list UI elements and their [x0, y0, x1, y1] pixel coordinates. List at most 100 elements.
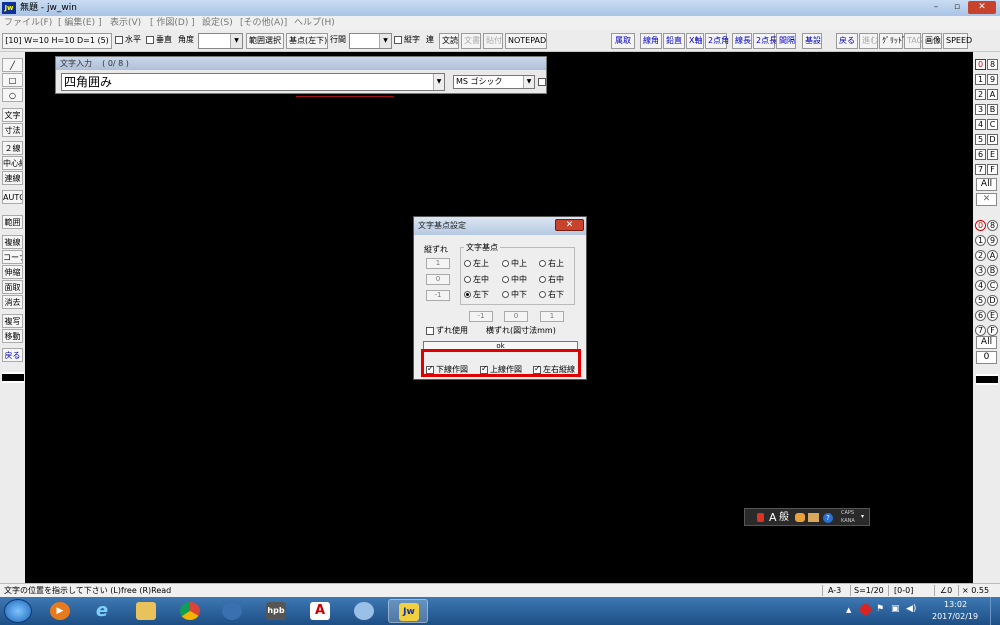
- line-style-indicator[interactable]: [2, 372, 24, 383]
- layer-e-button[interactable]: E: [987, 149, 998, 160]
- layer-f-button[interactable]: F: [987, 164, 998, 175]
- tool-stretch[interactable]: 伸縮: [2, 265, 23, 279]
- radio-middle-left[interactable]: 左中: [464, 275, 489, 285]
- layer-6-button[interactable]: 6: [975, 149, 986, 160]
- group-0-button[interactable]: 0: [975, 220, 986, 231]
- layer-3-button[interactable]: 3: [975, 104, 986, 115]
- dialog-close-icon[interactable]: ✕: [555, 219, 584, 231]
- vertical-offset-minus1[interactable]: -1: [426, 290, 450, 301]
- vertical-offset-1[interactable]: 1: [426, 258, 450, 269]
- group-4-button[interactable]: 4: [975, 280, 986, 291]
- menu-help[interactable]: ヘルプ(H): [294, 16, 335, 30]
- ime-mode[interactable]: A: [769, 511, 777, 525]
- undo-button[interactable]: 戻る: [836, 33, 858, 49]
- line-spacing-combo[interactable]: ▼: [349, 33, 392, 49]
- zoom-indicator[interactable]: × 0.55: [962, 584, 989, 597]
- layer-5-button[interactable]: 5: [975, 134, 986, 145]
- clock-date[interactable]: 2017/02/19: [932, 612, 978, 621]
- paste-button[interactable]: 貼付: [483, 33, 503, 49]
- line-tool-icon[interactable]: ╱: [2, 58, 23, 72]
- tray-expand-icon[interactable]: ▲: [846, 606, 851, 614]
- menu-settings[interactable]: 設定(S): [202, 16, 233, 30]
- thunderbird-icon[interactable]: [214, 599, 250, 623]
- acrobat-icon[interactable]: A: [302, 599, 338, 623]
- group-f-button[interactable]: F: [987, 325, 998, 336]
- ime-pad-icon[interactable]: [795, 513, 805, 522]
- radio-bottom-left[interactable]: 左下: [464, 290, 489, 300]
- text-input-title-bar[interactable]: 文字入力 ( 0/ 8 ): [56, 57, 546, 70]
- layer-7-button[interactable]: 7: [975, 164, 986, 175]
- vertical-text-checkbox[interactable]: 縦字: [394, 33, 420, 49]
- two-point-angle-button[interactable]: 2点角: [705, 33, 729, 49]
- jw-cad-icon[interactable]: Jw: [388, 599, 428, 623]
- text-read-button[interactable]: 文読: [439, 33, 459, 49]
- radio-bottom-center[interactable]: 中下: [502, 290, 527, 300]
- layer-d-button[interactable]: D: [987, 134, 998, 145]
- media-player-icon[interactable]: ▶: [42, 599, 78, 623]
- tool-auto[interactable]: AUTO: [2, 190, 23, 204]
- tool-chamfer[interactable]: 面取: [2, 280, 23, 294]
- range-select-button[interactable]: 範囲選択: [246, 33, 284, 49]
- layer-c-button[interactable]: C: [987, 119, 998, 130]
- notepad-button[interactable]: NOTEPAD: [505, 33, 547, 49]
- minimize-icon[interactable]: –: [926, 1, 946, 14]
- vertical-offset-0[interactable]: 0: [426, 274, 450, 285]
- tag-button[interactable]: TAG: [904, 33, 923, 49]
- group-b-button[interactable]: B: [987, 265, 998, 276]
- group-a-button[interactable]: A: [987, 250, 998, 261]
- layer-indicator[interactable]: [0-0]: [894, 584, 913, 597]
- radio-middle-center[interactable]: 中中: [502, 275, 527, 285]
- layer-4-button[interactable]: 4: [975, 119, 986, 130]
- tool-text[interactable]: 文字: [2, 108, 23, 122]
- group-3-button[interactable]: 3: [975, 265, 986, 276]
- ime-tool-icon[interactable]: [808, 513, 819, 522]
- layer-all-button[interactable]: All: [976, 178, 997, 191]
- base-set-button[interactable]: 基設: [802, 33, 822, 49]
- tool-move[interactable]: 移動: [2, 329, 23, 343]
- angle-combo[interactable]: ▼: [198, 33, 243, 49]
- chevron-down-icon[interactable]: ▼: [433, 74, 444, 90]
- tool-center-line[interactable]: 中心線: [2, 156, 23, 170]
- text-size-button[interactable]: [10] W=10 H=10 D=1 (5): [2, 33, 112, 49]
- volume-icon[interactable]: ◀): [906, 604, 916, 614]
- chrome-icon[interactable]: [172, 599, 208, 623]
- vertical-checkbox[interactable]: 垂直: [146, 33, 172, 49]
- paint-icon[interactable]: [346, 599, 382, 623]
- ime-kanji[interactable]: 般: [779, 511, 789, 525]
- group-7-button[interactable]: 7: [975, 325, 986, 336]
- layer-a-button[interactable]: A: [987, 89, 998, 100]
- tool-range[interactable]: 範囲: [2, 215, 23, 229]
- ime-icon[interactable]: [757, 513, 764, 522]
- radio-top-right[interactable]: 右上: [539, 259, 564, 269]
- menu-file[interactable]: ファイル(F): [4, 16, 52, 30]
- font-select[interactable]: MS ゴシック ▼: [453, 75, 535, 89]
- maximize-icon[interactable]: ▫: [947, 1, 967, 14]
- group-5-button[interactable]: 5: [975, 295, 986, 306]
- continuous-label[interactable]: 連: [426, 33, 434, 49]
- hpb-icon[interactable]: hpb: [258, 599, 294, 623]
- group-6-button[interactable]: 6: [975, 310, 986, 321]
- text-input-field[interactable]: 四角囲み ▼: [61, 73, 445, 91]
- horizontal-offset-0[interactable]: 0: [504, 311, 528, 322]
- layer-close-icon[interactable]: ✕: [976, 193, 997, 206]
- menu-view[interactable]: 表示(V): [110, 16, 141, 30]
- horizontal-offset-1[interactable]: 1: [540, 311, 564, 322]
- tool-corner[interactable]: コーナー: [2, 250, 23, 264]
- line-angle-button[interactable]: 線角: [640, 33, 662, 49]
- menu-draw[interactable]: [ 作図(D) ]: [150, 16, 195, 30]
- group-2-button[interactable]: 2: [975, 250, 986, 261]
- clock-time[interactable]: 13:02: [944, 600, 967, 609]
- group-e-button[interactable]: E: [987, 310, 998, 321]
- circle-tool-icon[interactable]: ○: [2, 88, 23, 102]
- menu-other[interactable]: [その他(A)]: [240, 16, 287, 30]
- group-9-button[interactable]: 9: [987, 235, 998, 246]
- layer-b-button[interactable]: B: [987, 104, 998, 115]
- horizontal-checkbox[interactable]: 水平: [115, 33, 141, 49]
- tool-undo[interactable]: 戻る: [2, 348, 23, 362]
- radio-top-left[interactable]: 左上: [464, 259, 489, 269]
- horizontal-offset-minus1[interactable]: -1: [469, 311, 493, 322]
- close-icon[interactable]: ✕: [968, 1, 996, 14]
- tool-double-line[interactable]: ２線: [2, 141, 23, 155]
- tool-offset-line[interactable]: 複線: [2, 235, 23, 249]
- x-axis-button[interactable]: X軸: [686, 33, 704, 49]
